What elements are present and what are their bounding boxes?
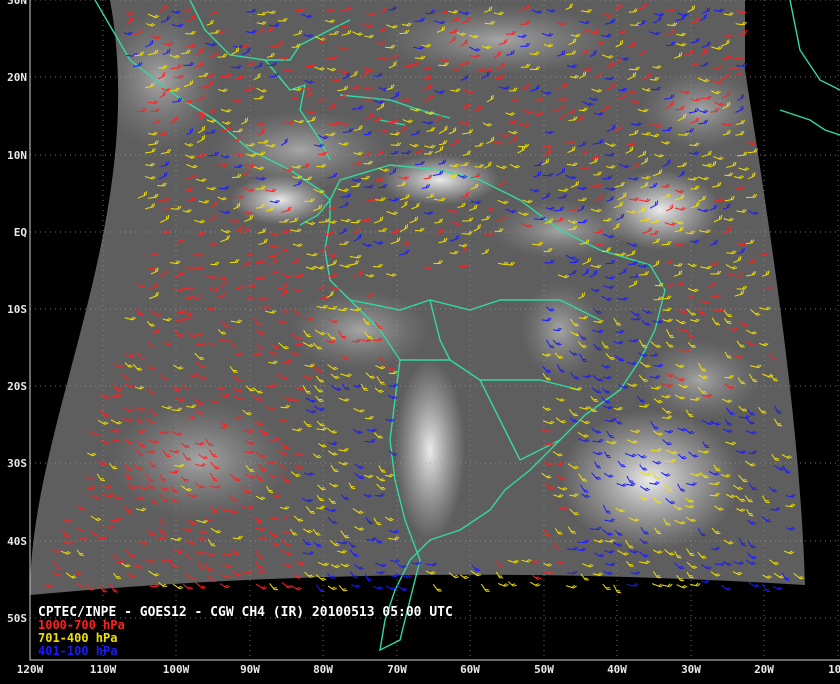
longitude-label: 20W (754, 663, 774, 676)
latitude-labels: 30N 20N 10N EQ 10S 20S 30S 40S 50S (7, 0, 27, 625)
wind-barb-icon (720, 584, 732, 591)
latitude-label: 30N (7, 0, 27, 7)
wind-barb-icon (290, 585, 302, 591)
wind-barb-icon (762, 583, 771, 593)
wind-barb-icon (565, 584, 577, 589)
wind-barb-icon (690, 582, 701, 587)
latitude-label: EQ (14, 226, 28, 239)
wind-barb-icon (626, 582, 639, 587)
longitude-label: 50W (534, 663, 554, 676)
latitude-label: 20N (7, 71, 27, 84)
wind-barb-icon (651, 583, 664, 588)
legend-high-level: 401-100 hPa (38, 644, 117, 658)
wind-barb-icon (338, 585, 348, 592)
satellite-map: 30N 20N 10N EQ 10S 20S 30S 40S 50S 120W 110W 100W 9… (0, 0, 840, 680)
wind-barb-icon (385, 585, 397, 591)
africa-coast (789, 0, 840, 91)
longitude-label: 10W (828, 663, 840, 676)
longitude-label: 40W (607, 663, 627, 676)
wind-barb-icon (351, 583, 361, 588)
wind-barb-icon (507, 581, 517, 587)
wind-barb-icon (480, 583, 490, 592)
wind-barb-icon (602, 583, 611, 590)
wind-barb-icon (529, 581, 541, 587)
latitude-label: 20S (7, 380, 27, 393)
legend-mid-level: 701-400 hPa (38, 631, 117, 645)
latitude-label: 40S (7, 535, 27, 548)
longitude-label: 90W (240, 663, 260, 676)
longitude-label: 30W (681, 663, 701, 676)
latitude-label: 50S (7, 612, 27, 625)
wind-barb-icon (255, 583, 268, 590)
wind-barb-icon (498, 583, 509, 587)
wind-barb-icon (315, 584, 325, 593)
map-canvas: 30N 20N 10N EQ 10S 20S 30S 40S 50S 120W 110W 100W 9… (7, 0, 840, 676)
longitude-label: 60W (460, 663, 480, 676)
wind-barb-icon (372, 585, 384, 590)
wind-barb-icon (662, 583, 673, 588)
wind-barb-icon (219, 583, 231, 589)
latitude-label: 30S (7, 457, 27, 470)
legend-low-level: 1000-700 hPa (38, 618, 125, 632)
africa-coast-2 (779, 109, 840, 136)
wind-barb-icon (676, 584, 688, 589)
longitude-label: 100W (163, 663, 190, 676)
latitude-label: 10S (7, 303, 27, 316)
longitude-label: 120W (17, 663, 44, 676)
wind-barb-icon (269, 583, 279, 591)
wind-barb-icon (396, 584, 408, 592)
longitude-label: 80W (313, 663, 333, 676)
wind-barb-icon (327, 585, 338, 590)
longitude-labels: 120W 110W 100W 90W 80W 70W 60W 50W 40W 30W 20W 10W (17, 663, 840, 676)
longitude-label: 70W (387, 663, 407, 676)
longitude-label: 110W (90, 663, 117, 676)
latitude-label: 10N (7, 149, 27, 162)
wind-barb-icon (773, 586, 783, 591)
wind-barb-icon (432, 583, 442, 592)
wind-barb-icon (281, 582, 292, 589)
